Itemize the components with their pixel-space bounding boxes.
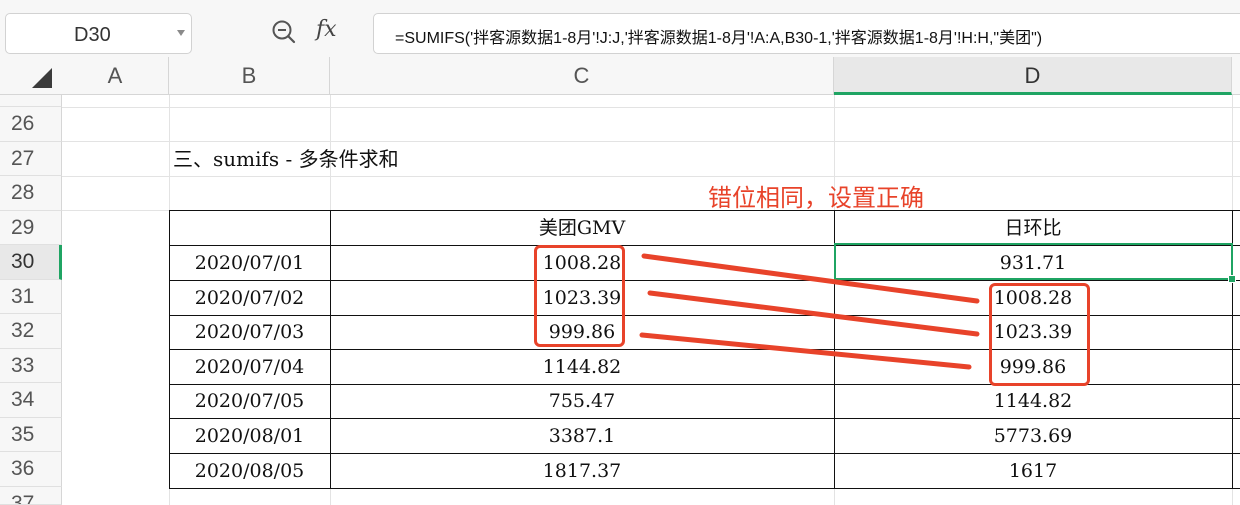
- row-header-26[interactable]: 26: [0, 107, 62, 142]
- row-header-28[interactable]: 28: [0, 176, 62, 211]
- gmv-cell[interactable]: 1144.82: [330, 350, 834, 384]
- row-header-31[interactable]: 31: [0, 279, 62, 314]
- chevron-down-icon[interactable]: [177, 30, 185, 36]
- formula-text: =SUMIFS('拌客源数据1-8月'!J:J,'拌客源数据1-8月'!A:A,…: [395, 30, 1043, 47]
- row-header-36[interactable]: 36: [0, 452, 62, 487]
- highlight-box-gmv: [534, 245, 625, 347]
- row-header-27[interactable]: 27: [0, 141, 62, 176]
- formula-input[interactable]: =SUMIFS('拌客源数据1-8月'!J:J,'拌客源数据1-8月'!A:A,…: [373, 13, 1240, 54]
- section-title: 三、sumifs - 多条件求和: [173, 147, 399, 171]
- column-header-b[interactable]: B: [169, 57, 330, 95]
- header-cell-gmv[interactable]: 美团GMV: [330, 211, 834, 245]
- row-header-29[interactable]: 29: [0, 210, 62, 245]
- annotation-text: 错位相同，设置正确: [708, 184, 924, 212]
- header-cell-ratio[interactable]: 日环比: [834, 211, 1232, 245]
- fill-handle[interactable]: [1228, 275, 1236, 283]
- gmv-cell[interactable]: 3387.1: [330, 419, 834, 453]
- row-header-33[interactable]: 33: [0, 348, 62, 383]
- active-cell-border: [834, 243, 1233, 280]
- name-box[interactable]: D30: [5, 13, 192, 54]
- date-cell[interactable]: 2020/07/03: [169, 315, 330, 349]
- row-header-25[interactable]: [0, 95, 62, 107]
- select-all-icon[interactable]: [32, 68, 52, 88]
- row-header-34[interactable]: 34: [0, 383, 62, 418]
- row-header-32[interactable]: 32: [0, 314, 62, 349]
- date-cell[interactable]: 2020/07/05: [169, 384, 330, 418]
- fx-icon[interactable]: fx: [316, 17, 337, 42]
- column-header-c[interactable]: C: [330, 57, 834, 95]
- formula-bar: D30 fx =SUMIFS('拌客源数据1-8月'!J:J,'拌客源数据1-8…: [0, 0, 1240, 62]
- row-header-37[interactable]: 37: [0, 486, 62, 505]
- date-cell[interactable]: 2020/08/05: [169, 454, 330, 488]
- date-cell[interactable]: 2020/07/02: [169, 281, 330, 315]
- magnifier-minus-icon[interactable]: [271, 19, 297, 45]
- column-header-d[interactable]: D: [834, 57, 1232, 95]
- name-box-value: D30: [74, 24, 111, 46]
- row-header-35[interactable]: 35: [0, 417, 62, 452]
- gmv-cell[interactable]: 755.47: [330, 384, 834, 418]
- ratio-cell[interactable]: 1617: [834, 454, 1232, 488]
- column-header-a[interactable]: A: [62, 57, 169, 95]
- date-cell[interactable]: 2020/07/01: [169, 246, 330, 280]
- date-cell[interactable]: 2020/08/01: [169, 419, 330, 453]
- ratio-cell[interactable]: 5773.69: [834, 419, 1232, 453]
- date-cell[interactable]: 2020/07/04: [169, 350, 330, 384]
- highlight-box-ratio: [989, 283, 1090, 386]
- row-header-30[interactable]: 30: [0, 245, 62, 280]
- gmv-cell[interactable]: 1817.37: [330, 454, 834, 488]
- ratio-cell[interactable]: 1144.82: [834, 384, 1232, 418]
